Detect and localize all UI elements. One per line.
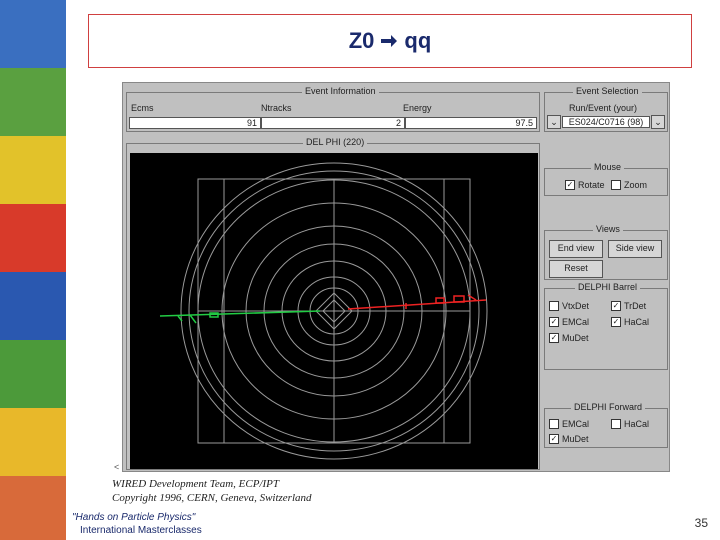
rotate-checkbox[interactable]: ✓ Rotate [565, 180, 605, 190]
stripe-band [0, 476, 66, 540]
delphi-forward-group: DELPHI Forward EMCal HaCal ✓ MuDet [544, 402, 668, 448]
delphi-barrel-title: DELPHI Barrel [575, 282, 641, 292]
energy-value: 97.5 [405, 117, 537, 129]
event-information-title: Event Information [302, 86, 379, 96]
barrel-hacal-label: HaCal [624, 317, 650, 327]
mouse-group: Mouse ✓ Rotate Zoom [544, 162, 668, 196]
event-information-group: Event Information Ecms Ntracks Energy 91… [126, 86, 540, 132]
forward-mudet-label: MuDet [562, 434, 589, 444]
checkbox-unchecked-icon [611, 419, 621, 429]
credit-line-2: Copyright 1996, CERN, Geneva, Switzerlan… [112, 492, 312, 504]
checkbox-checked-icon: ✓ [549, 434, 559, 444]
delphi-forward-title: DELPHI Forward [571, 402, 646, 412]
stripe-band [0, 204, 66, 272]
barrel-mudet-checkbox[interactable]: ✓ MuDet [549, 333, 589, 343]
forward-hacal-checkbox[interactable]: HaCal [611, 419, 649, 429]
forward-emcal-checkbox[interactable]: EMCal [549, 419, 589, 429]
ecms-value: 91 [129, 117, 261, 129]
barrel-hacal-checkbox[interactable]: ✓ HaCal [611, 317, 649, 327]
masterclass-brand-line-2: International Masterclasses [80, 525, 202, 536]
col-energy: Energy [403, 103, 432, 113]
right-arrow-icon [380, 28, 398, 54]
barrel-mudet-label: MuDet [562, 333, 589, 343]
side-view-button[interactable]: Side view [608, 240, 662, 258]
checkbox-checked-icon: ✓ [549, 333, 559, 343]
barrel-trdet-checkbox[interactable]: ✓ TrDet [611, 301, 646, 311]
title-left: Z0 [348, 28, 375, 53]
zoom-checkbox[interactable]: Zoom [611, 180, 647, 190]
forward-hacal-label: HaCal [624, 419, 650, 429]
detector-drawing [159, 162, 488, 460]
barrel-emcal-checkbox[interactable]: ✓ EMCal [549, 317, 589, 327]
col-ntracks: Ntracks [261, 103, 292, 113]
event-selection-title: Event Selection [573, 86, 642, 96]
wired-event-display: Event Information Ecms Ntracks Energy 91… [122, 82, 670, 472]
checkbox-checked-icon: ✓ [549, 317, 559, 327]
stripe-band [0, 272, 66, 340]
checkbox-unchecked-icon [549, 301, 559, 311]
barrel-emcal-label: EMCal [562, 317, 590, 327]
checkbox-checked-icon: ✓ [611, 301, 621, 311]
mouse-title: Mouse [591, 162, 625, 172]
event-selection-group: Event Selection Run/Event (your) ⌄ ES024… [544, 86, 668, 132]
checkbox-unchecked-icon [611, 180, 621, 190]
decorative-side-stripe [0, 0, 66, 540]
ntracks-value: 2 [261, 117, 405, 129]
barrel-vtxdet-checkbox[interactable]: VtxDet [549, 301, 589, 311]
run-event-select[interactable]: ES024/C0716 (98) [562, 116, 650, 128]
col-ecms: Ecms [131, 103, 154, 113]
credit-line-1: WIRED Development Team, ECP/IPT [112, 478, 280, 490]
forward-emcal-label: EMCal [562, 419, 590, 429]
run-event-label: Run/Event (your) [569, 103, 638, 113]
masterclass-brand-line-1: "Hands on Particle Physics" [72, 512, 196, 523]
view-panel-title: DEL PHI (220) [303, 137, 368, 147]
views-group: Views End view Side view Reset [544, 224, 668, 280]
end-view-button[interactable]: End view [549, 240, 603, 258]
checkbox-checked-icon: ✓ [565, 180, 575, 190]
delphi-barrel-group: DELPHI Barrel VtxDet ✓ TrDet ✓ EMCal ✓ H… [544, 282, 668, 370]
stripe-band [0, 408, 66, 476]
checkbox-unchecked-icon [549, 419, 559, 429]
chevron-down-icon[interactable]: ⌄ [651, 115, 665, 129]
title-right: qq [404, 28, 432, 53]
reset-button[interactable]: Reset [549, 260, 603, 278]
rotate-label: Rotate [578, 180, 605, 190]
page-number: 35 [694, 516, 708, 530]
event-view-panel: DEL PHI (220) [126, 137, 540, 470]
forward-mudet-checkbox[interactable]: ✓ MuDet [549, 434, 589, 444]
stripe-band [0, 340, 66, 408]
barrel-trdet-label: TrDet [624, 301, 647, 311]
chevron-down-icon[interactable]: ⌄ [547, 115, 561, 129]
barrel-vtxdet-label: VtxDet [562, 301, 590, 311]
stripe-band [0, 136, 66, 204]
slide-title: Z0 qq [88, 14, 692, 68]
stripe-band [0, 0, 66, 68]
zoom-label: Zoom [624, 180, 648, 190]
views-title: Views [593, 224, 623, 234]
checkbox-checked-icon: ✓ [611, 317, 621, 327]
chevron-left-icon: < [114, 462, 120, 472]
detector-view-canvas[interactable] [130, 153, 538, 469]
stripe-band [0, 68, 66, 136]
green-jet-track [159, 310, 321, 324]
